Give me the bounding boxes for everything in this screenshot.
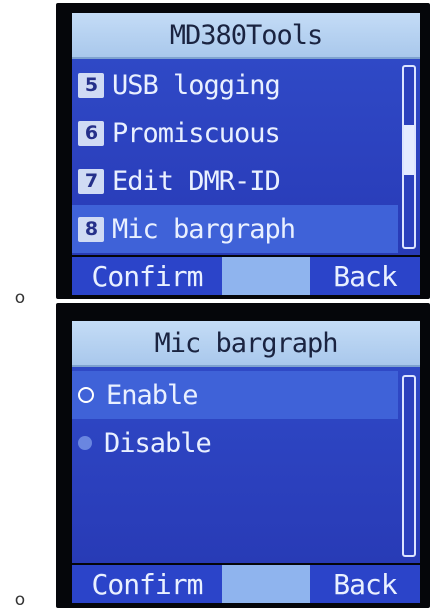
menu-item-number: 6 <box>78 120 104 146</box>
menu-item[interactable]: 7 Edit DMR-ID <box>78 157 394 205</box>
bullet-marker: o <box>14 590 26 610</box>
screen-title: Mic bargraph <box>72 321 420 367</box>
menu-item-label: Edit DMR-ID <box>112 165 281 197</box>
scroll-thumb[interactable] <box>404 125 414 175</box>
confirm-softkey[interactable]: Confirm <box>72 565 222 603</box>
menu-list: 5 USB logging 6 Promiscuous 7 Edit DMR-I… <box>72 59 420 255</box>
menu-item[interactable]: 6 Promiscuous <box>78 109 394 157</box>
softkey-bar: Confirm Back <box>72 257 420 295</box>
softkey-divider <box>222 257 310 295</box>
menu-item[interactable]: 5 USB logging <box>78 61 394 109</box>
option-label: Disable <box>104 427 212 459</box>
screen-title: MD380Tools <box>72 13 420 59</box>
radio-screen-menu: MD380Tools 5 USB logging 6 Promiscuous 7… <box>56 3 430 299</box>
scrollbar[interactable] <box>402 375 416 557</box>
radio-unselected-icon <box>78 436 92 450</box>
menu-item-label: Mic bargraph <box>112 213 296 245</box>
softkey-bar: Confirm Back <box>72 565 420 603</box>
option-label: Enable <box>106 379 199 411</box>
back-softkey[interactable]: Back <box>310 565 420 603</box>
bullet-marker: o <box>14 288 26 308</box>
menu-item-number: 7 <box>78 168 104 194</box>
radio-screen-option: Mic bargraph Enable Disable Confirm Back <box>56 303 430 608</box>
option-enable[interactable]: Enable <box>72 371 398 419</box>
back-softkey[interactable]: Back <box>310 257 420 295</box>
option-list: Enable Disable <box>72 367 420 563</box>
menu-item-number: 8 <box>78 216 104 242</box>
softkey-divider <box>222 565 310 603</box>
radio-selected-icon <box>78 387 94 403</box>
menu-item-selected[interactable]: 8 Mic bargraph <box>72 205 398 253</box>
confirm-softkey[interactable]: Confirm <box>72 257 222 295</box>
menu-item-label: USB logging <box>112 69 281 101</box>
option-disable[interactable]: Disable <box>78 419 394 467</box>
menu-item-number: 5 <box>78 72 104 98</box>
scrollbar[interactable] <box>402 65 416 249</box>
menu-item-label: Promiscuous <box>112 117 281 149</box>
